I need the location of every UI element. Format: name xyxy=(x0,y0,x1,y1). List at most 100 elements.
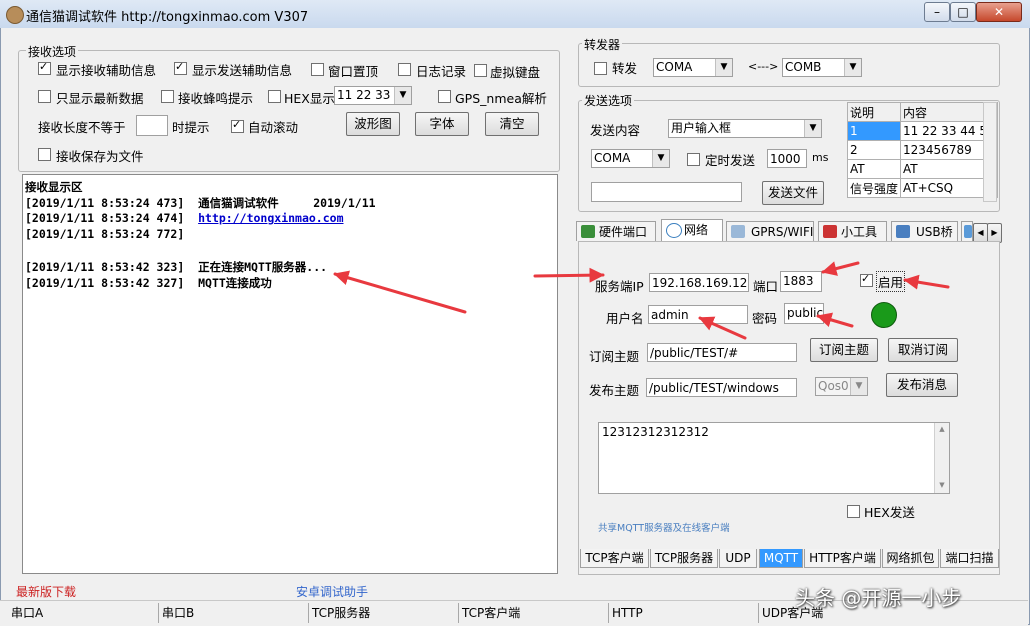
show-recv-aux-checkbox[interactable] xyxy=(38,60,51,75)
forward-port-a-combo[interactable]: COMA ▼ xyxy=(653,58,733,77)
publish-topic-label: 发布主题 xyxy=(589,383,640,398)
subscribe-topic-input[interactable]: /public/TEST/# xyxy=(647,343,797,362)
username-label: 用户名 xyxy=(606,311,644,326)
latest-download-link[interactable]: 最新版下载 xyxy=(16,583,76,600)
tab-tcp-client[interactable]: TCP客户端 xyxy=(580,549,649,568)
status-serial-a[interactable]: 串口A xyxy=(8,603,158,623)
server-ip-label: 服务端IP xyxy=(595,279,644,294)
len-not-equal-label: 接收长度不等于 xyxy=(38,120,126,135)
receive-options-legend: 接收选项 xyxy=(26,43,79,60)
maximize-button[interactable]: □ xyxy=(950,2,976,22)
show-send-aux-label: 显示发送辅助信息 xyxy=(192,63,293,78)
hex-sample-combo[interactable]: 11 22 33 ▼ xyxy=(334,86,412,105)
forward-arrow-label: <---> xyxy=(748,60,779,73)
waveform-button[interactable]: 波形图 xyxy=(346,112,400,136)
status-http[interactable]: HTTP xyxy=(608,603,758,623)
minimize-button[interactable]: – xyxy=(924,2,950,22)
hex-send-checkbox[interactable] xyxy=(847,505,860,518)
interval-input[interactable]: 1000 xyxy=(767,149,807,168)
chevron-down-icon: ▼ xyxy=(652,150,669,167)
send-file-button[interactable]: 发送文件 xyxy=(762,181,824,205)
subscribe-button[interactable]: 订阅主题 xyxy=(810,338,878,362)
log-record-checkbox[interactable] xyxy=(398,63,411,76)
send-content-combo[interactable]: 用户输入框 ▼ xyxy=(668,119,822,138)
send-port-value: COMA xyxy=(594,151,631,165)
len-value-input[interactable] xyxy=(136,115,168,136)
table-row[interactable]: 1 11 22 33 44 55 xyxy=(846,121,998,141)
recv-beep-label: 接收蜂鸣提示 xyxy=(178,91,254,106)
tab-tools[interactable]: 小工具 xyxy=(818,221,887,241)
tab-scroll-right-button[interactable]: ▶ xyxy=(987,223,1002,243)
tab-usb-bridge[interactable]: USB桥 xyxy=(891,221,958,241)
hint-suffix-label: 时提示 xyxy=(172,120,210,135)
tab-overflow xyxy=(961,221,973,241)
forward-port-b-combo[interactable]: COMB ▼ xyxy=(782,58,862,77)
tab-mqtt[interactable]: MQTT xyxy=(759,549,803,568)
table-row[interactable]: 信号强度 AT+CSQ xyxy=(846,178,998,198)
show-send-aux-checkbox[interactable] xyxy=(174,60,187,75)
virtual-keyboard-checkbox[interactable] xyxy=(474,64,487,77)
tab-hardware-port[interactable]: 硬件端口 xyxy=(576,221,656,241)
android-helper-link[interactable]: 安卓调试助手 xyxy=(296,583,368,600)
tab-packet-capture[interactable]: 网络抓包 xyxy=(882,549,939,568)
hex-display-checkbox[interactable] xyxy=(268,90,281,103)
watermark-text: 头条 @开源一小步 xyxy=(795,586,962,610)
send-content-label: 发送内容 xyxy=(590,123,641,138)
publish-topic-input[interactable]: /public/TEST/windows xyxy=(646,378,797,397)
tab-scroll-left-button[interactable]: ◀ xyxy=(973,223,988,243)
quick-send-table[interactable]: 说明 内容 1 11 22 33 44 55 2 123456789 AT AT 信号强… xyxy=(846,102,998,198)
recv-beep-checkbox[interactable] xyxy=(161,90,174,103)
status-tcp-server[interactable]: TCP服务器 xyxy=(308,603,458,623)
password-input[interactable]: public xyxy=(784,303,824,324)
tab-port-scan[interactable]: 端口扫描 xyxy=(940,549,999,568)
unsubscribe-button[interactable]: 取消订阅 xyxy=(888,338,958,362)
auto-scroll-checkbox[interactable] xyxy=(231,118,244,133)
send-file-path-input[interactable] xyxy=(591,182,742,202)
tab-udp[interactable]: UDP xyxy=(719,549,757,568)
enable-checkbox[interactable] xyxy=(860,272,873,287)
table-scrollbar[interactable] xyxy=(983,102,997,202)
table-row[interactable]: 2 123456789 xyxy=(846,140,998,160)
forward-port-a-value: COMA xyxy=(656,60,693,74)
send-port-combo[interactable]: COMA ▼ xyxy=(591,149,670,168)
timed-send-checkbox[interactable] xyxy=(687,153,700,166)
connection-status-indicator xyxy=(871,302,897,328)
save-to-file-label: 接收保存为文件 xyxy=(56,149,144,164)
forward-label: 转发 xyxy=(612,61,638,76)
tab-http-client[interactable]: HTTP客户端 xyxy=(804,549,881,568)
username-input[interactable]: admin xyxy=(648,305,748,324)
gps-parse-label: GPS_nmea解析 xyxy=(455,91,547,106)
port-input[interactable]: 1883 xyxy=(780,271,822,292)
receive-display-area[interactable]: 接收显示区 [2019/1/11 8:53:24 473] 通信猫调试软件 20… xyxy=(22,174,558,574)
gps-parse-checkbox[interactable] xyxy=(438,90,451,103)
tab-network[interactable]: 网络 xyxy=(661,219,723,241)
server-ip-input[interactable]: 192.168.169.126 xyxy=(649,273,749,292)
message-textarea[interactable]: 12312312312312 ▲ ▼ xyxy=(598,422,950,494)
share-mqtt-link[interactable]: 共享MQTT服务器及在线客户端 xyxy=(598,520,730,534)
message-text: 12312312312312 xyxy=(602,425,709,439)
hex-send-label: HEX发送 xyxy=(864,505,915,520)
table-row[interactable]: AT AT xyxy=(846,159,998,179)
status-serial-b[interactable]: 串口B xyxy=(158,603,308,623)
font-button[interactable]: 字体 xyxy=(415,112,469,136)
only-latest-checkbox[interactable] xyxy=(38,90,51,103)
auto-scroll-label: 自动滚动 xyxy=(248,120,299,135)
close-button[interactable]: ✕ xyxy=(976,2,1022,22)
subscribe-topic-label: 订阅主题 xyxy=(589,349,640,364)
publish-button[interactable]: 发布消息 xyxy=(886,373,958,397)
clear-button[interactable]: 清空 xyxy=(485,112,539,136)
status-tcp-client[interactable]: TCP客户端 xyxy=(458,603,608,623)
window-top-checkbox[interactable] xyxy=(311,63,324,76)
tab-gprs-wifi[interactable]: GPRS/WIFI xyxy=(726,221,814,241)
interval-unit-label: ms xyxy=(812,151,829,164)
qos-value: Qos0 xyxy=(818,379,849,393)
log-line: [2019/1/11 8:53:24 474] http://tongxinma… xyxy=(25,211,344,225)
message-scrollbar[interactable]: ▲ ▼ xyxy=(934,423,949,493)
virtual-keyboard-label: 虚拟键盘 xyxy=(490,65,541,80)
chevron-down-icon: ▼ xyxy=(394,87,411,104)
qos-combo[interactable]: Qos0 ▼ xyxy=(815,377,868,396)
save-to-file-checkbox[interactable] xyxy=(38,148,51,161)
forward-checkbox[interactable] xyxy=(594,62,607,75)
tab-tcp-server[interactable]: TCP服务器 xyxy=(650,549,718,568)
homepage-link[interactable]: http://tongxinmao.com xyxy=(198,211,343,225)
